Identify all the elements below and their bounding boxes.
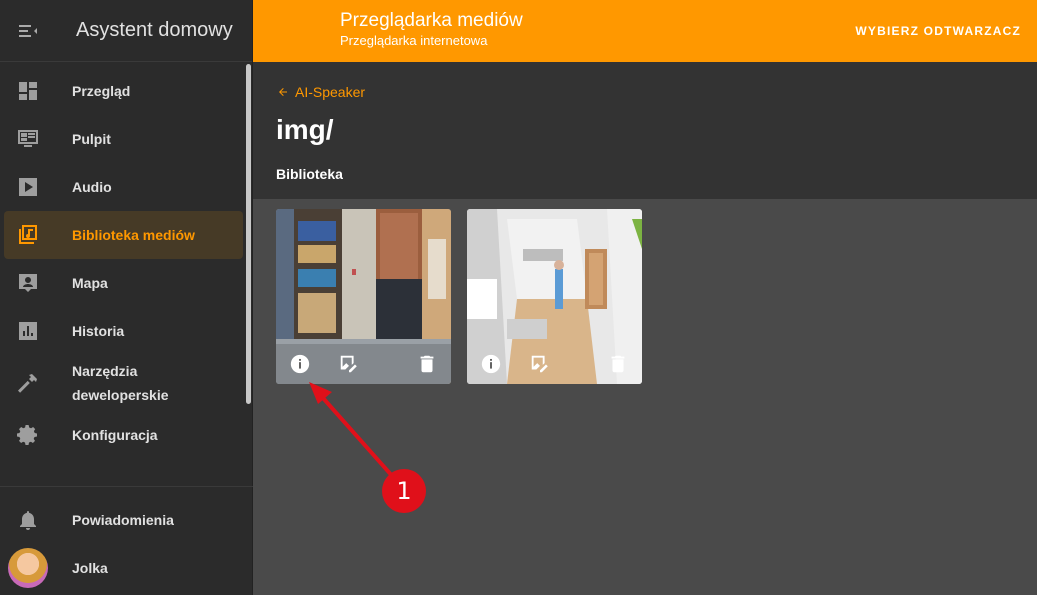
play-box-icon <box>19 178 37 196</box>
sidebar-title: Asystent domowy <box>76 19 233 41</box>
sidebar-item-audio[interactable]: Audio <box>4 163 243 211</box>
delete-button[interactable] <box>415 352 439 376</box>
media-card-office-photo[interactable] <box>276 209 451 384</box>
monitor-dashboard-icon <box>18 130 38 147</box>
delete-icon <box>420 355 434 373</box>
sidebar-item-label: Biblioteka mediów <box>72 227 195 243</box>
sidebar-item-biblioteka-mediow[interactable]: Biblioteka mediów <box>4 211 243 259</box>
sidebar-header: Asystent domowy <box>0 0 252 62</box>
sidebar-item-label: Narzędzia deweloperskie <box>72 363 169 403</box>
menu-open-icon <box>19 24 37 37</box>
sidebar-item-profile[interactable]: Jolka <box>4 544 249 592</box>
sidebar-item-historia[interactable]: Historia <box>4 307 243 355</box>
info-button[interactable] <box>288 352 312 376</box>
sidebar-item-label: Jolka <box>72 560 108 576</box>
section-title: Biblioteka <box>276 166 343 182</box>
sidebar-item-narzedzia[interactable]: Narzędzia deweloperskie <box>4 355 243 411</box>
sidebar-item-pulpit[interactable]: Pulpit <box>4 115 243 163</box>
sidebar-item-label: Mapa <box>72 275 108 291</box>
delete-button[interactable] <box>606 352 630 376</box>
card-actions <box>467 344 642 384</box>
edit-image-button[interactable] <box>337 352 361 376</box>
sidebar-scrollbar[interactable] <box>246 64 251 404</box>
sidebar-item-mapa[interactable]: Mapa <box>4 259 243 307</box>
card-actions <box>276 344 451 384</box>
edit-image-icon <box>531 355 548 373</box>
sidebar-item-label: Konfiguracja <box>72 427 158 443</box>
sidebar-item-label: Historia <box>72 323 125 339</box>
delete-icon <box>611 355 625 373</box>
sidebar-bottom: Powiadomienia Jolka <box>0 496 253 592</box>
cog-icon <box>17 425 37 445</box>
bell-icon <box>20 511 36 530</box>
sidebar-item-label: Pulpit <box>72 131 111 147</box>
choose-player-button[interactable]: WYBIERZ ODTWARZACZ <box>855 24 1021 38</box>
sidebar: Asystent domowy Przegląd Pulpit Audio Bi… <box>0 0 253 595</box>
edit-image-icon <box>340 355 357 373</box>
sidebar-item-label: Przegląd <box>72 83 131 99</box>
folder-title: img/ <box>276 114 334 145</box>
sidebar-nav: Przegląd Pulpit Audio Biblioteka mediów … <box>0 67 247 459</box>
info-icon <box>481 354 501 374</box>
media-library-icon <box>19 225 37 244</box>
arrow-left-icon <box>279 88 287 96</box>
sidebar-item-label: Audio <box>72 179 112 195</box>
app-toolbar: Przeglądarka mediów Przeglądarka interne… <box>253 0 1037 62</box>
sidebar-item-konfiguracja[interactable]: Konfiguracja <box>4 411 243 459</box>
media-card-3d-floorplan[interactable] <box>467 209 642 384</box>
annotation-badge: 1 <box>382 469 426 513</box>
back-link-label: AI-Speaker <box>295 84 366 100</box>
chart-box-icon <box>19 322 37 340</box>
sidebar-item-powiadomienia[interactable]: Powiadomienia <box>4 496 249 544</box>
media-browser-header: AI-Speaker img/ Biblioteka <box>253 62 1037 199</box>
back-link[interactable]: AI-Speaker <box>277 84 365 100</box>
edit-image-button[interactable] <box>528 352 552 376</box>
menu-toggle-button[interactable] <box>0 0 56 62</box>
info-button[interactable] <box>479 352 503 376</box>
map-account-icon <box>19 274 37 292</box>
dashboard-icon <box>19 82 37 100</box>
page-title: Przeglądarka mediów <box>340 10 523 31</box>
page-subtitle: Przeglądarka internetowa <box>340 33 488 48</box>
sidebar-item-przeglad[interactable]: Przegląd <box>4 67 243 115</box>
hammer-icon <box>18 374 37 393</box>
avatar <box>8 548 48 588</box>
sidebar-divider <box>0 486 253 487</box>
info-icon <box>290 354 310 374</box>
sidebar-item-label: Powiadomienia <box>72 512 174 528</box>
